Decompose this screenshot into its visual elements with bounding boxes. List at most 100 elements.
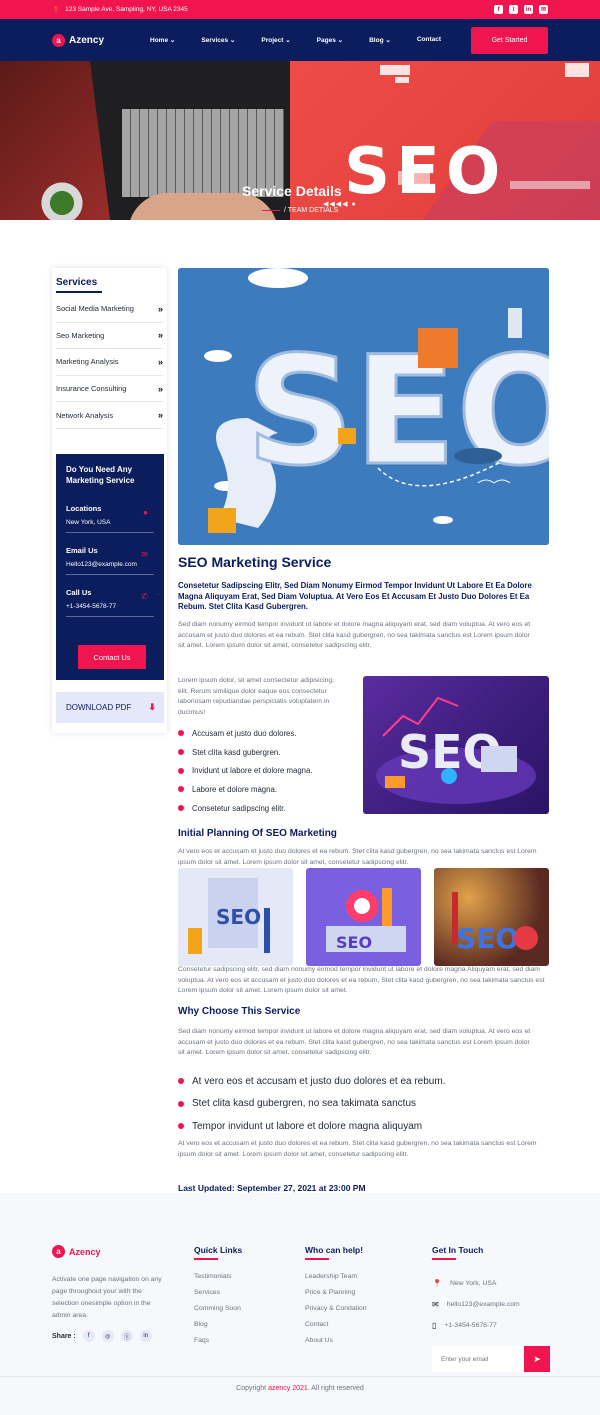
chevron-right-icon: » [157, 410, 163, 421]
footer-link[interactable]: Contact [305, 1321, 367, 1337]
sidebar-item-label: Marketing Analysis [56, 357, 119, 367]
thumb-illustration-1: SEO [188, 878, 270, 954]
facebook-icon[interactable]: f [494, 5, 503, 14]
plant-image [38, 179, 86, 220]
send-icon[interactable]: ➤ [524, 1346, 550, 1372]
share-label: Share : [52, 1332, 76, 1340]
thumb-illustration-2: SEO [326, 888, 406, 952]
planning-heading: Initial Planning Of SEO Marketing [178, 828, 337, 839]
breadcrumb-line [262, 210, 280, 211]
list-item: Tempor invidunt ut labore et dolore magn… [178, 1115, 549, 1138]
hero-seo-text: SEO [344, 135, 507, 209]
contact-value[interactable]: Hello123@example.com [66, 561, 154, 568]
nav-label: Contact [416, 36, 442, 43]
sidebar-item-social-media[interactable]: Social Media Marketing » [56, 296, 163, 323]
footer-phone-text[interactable]: +1-3454-5678-77 [444, 1322, 496, 1329]
footer-link[interactable]: Comming Soon [194, 1305, 242, 1321]
sidebar-item-insurance[interactable]: Insurance Consulting » [56, 376, 163, 403]
nav-item-pages[interactable]: Pages ⌄ [317, 36, 343, 44]
seo-image-text: SEO [216, 905, 261, 929]
download-pdf-button[interactable]: DOWNLOAD PDF ⬇ [56, 692, 164, 723]
footer: a Azency Activate one page navigation on… [0, 1193, 600, 1415]
facebook-icon[interactable]: f [82, 1330, 95, 1342]
copyright-brand[interactable]: azency 2021 [268, 1385, 308, 1392]
footer-heading: Quick Links [194, 1245, 243, 1260]
footer-link[interactable]: Testimonials [194, 1273, 242, 1289]
nav-item-contact[interactable]: Contact [417, 36, 441, 44]
instagram-icon[interactable]: ◎ [101, 1330, 114, 1342]
footer-about-text: Activate one page navigation on any page… [52, 1276, 162, 1319]
page-title: Service Details [242, 183, 342, 199]
seo-isometric-illustration: SEO [376, 696, 536, 804]
footer-logo-text: Azency [69, 1246, 101, 1257]
seo-image-text: SEO [456, 922, 519, 955]
contact-phone: Call Us +1-3454-5678-77 ✆ [66, 588, 154, 617]
hero-arrows: ◀◀◀◀ ● [323, 201, 357, 208]
address: 📍 123 Sample Ave, Sampling, NY, USA 2345 [52, 6, 188, 14]
planning-paragraph: At vero eos et accusam et justo duo dolo… [178, 848, 537, 866]
newsletter-email-input[interactable] [432, 1346, 524, 1372]
pixel-decor [380, 65, 410, 75]
bullet-dot [178, 767, 184, 774]
footer-link[interactable]: Blog [194, 1321, 242, 1337]
footer-link[interactable]: About Us [305, 1337, 367, 1353]
list-item: Stet clita kasd gubergren, no sea takima… [178, 1093, 549, 1116]
sidebar-item-network[interactable]: Network Analysis » [56, 402, 163, 429]
footer-help-links: Who can help! Leadership Team Price & Pl… [305, 1245, 367, 1353]
bullet-dot [178, 1123, 184, 1130]
footer-link[interactable]: Services [194, 1289, 242, 1305]
nav-label: Pages [316, 37, 336, 44]
chevron-right-icon: » [157, 330, 163, 341]
twitter-icon[interactable]: t [509, 5, 518, 14]
linkedin-icon[interactable]: in [524, 5, 533, 14]
get-started-button[interactable]: Get Started [471, 26, 548, 54]
footer-link[interactable]: Price & Planning [305, 1289, 367, 1305]
list-item-text: At vero eos et accusam et justo duo dolo… [192, 1075, 446, 1087]
bullet-dot [178, 1078, 184, 1085]
contact-value: New York, USA [66, 519, 111, 526]
nav-item-home[interactable]: Home ⌄ [150, 36, 175, 44]
breadcrumb-text[interactable]: / TEAM DETIALS [284, 207, 338, 214]
service-paragraph-2: Lorem ipsum dolor, sit amet consectetur … [178, 677, 335, 716]
footer-logo[interactable]: a Azency [52, 1245, 162, 1258]
main-nav: a Azency Home ⌄ Services ⌄ Project ⌄ Pag… [0, 19, 600, 61]
contact-value[interactable]: +1-3454-5678-77 [66, 603, 154, 610]
list-item-text: Consetetur sadipscing elitr. [192, 803, 286, 813]
last-updated: Last Updated: September 27, 2021 at 23:0… [178, 1183, 366, 1193]
seo-illustration: SEO [178, 268, 549, 545]
footer-link[interactable]: Leadership Team [305, 1273, 367, 1289]
service-title: SEO Marketing Service [178, 554, 332, 570]
contact-box-title: Do You Need Any Marketing Service [66, 465, 135, 485]
logo-mark: a [52, 1245, 65, 1258]
pixel-decor [565, 63, 589, 77]
list-item: Invidunt ut labore et dolore magna. [178, 761, 358, 780]
footer-email: ✉ hello123@example.com [432, 1294, 550, 1315]
menu: Home ⌄ Services ⌄ Project ⌄ Pages ⌄ Blog… [150, 36, 467, 44]
newsletter-form: ➤ [432, 1346, 550, 1372]
footer-link[interactable]: Privacy & Condation [305, 1305, 367, 1321]
contact-us-button[interactable]: Contact Us [78, 645, 146, 669]
bullet-dot [178, 730, 184, 737]
seo-image-text: SEO [336, 933, 372, 952]
why-paragraph-2: At vero eos et accusam et justo duo dolo… [178, 1140, 537, 1158]
sidebar-item-analysis[interactable]: Marketing Analysis » [56, 349, 163, 376]
seo-isometric-image: SEO [363, 676, 549, 814]
seo-hero-image: SEO [178, 268, 549, 545]
logo[interactable]: a Azency [52, 33, 104, 47]
sidebar-item-seo[interactable]: Seo Marketing » [56, 323, 163, 350]
envelope-icon: ✉ [432, 1300, 439, 1309]
list-item-text: Accusam et justo duo dolores. [192, 728, 297, 738]
skype-icon[interactable]: ⓢ [120, 1330, 133, 1342]
nav-item-project[interactable]: Project ⌄ [261, 36, 290, 44]
services-list: Social Media Marketing » Seo Marketing » M… [56, 296, 163, 429]
linkedin-icon[interactable]: in [139, 1330, 152, 1342]
hero-banner: SEO Service Details / TEAM DETIALS [0, 61, 600, 220]
list-item: Consetetur sadipscing elitr. [178, 799, 358, 818]
footer-heading: Who can help! [305, 1245, 367, 1260]
footer-email-text[interactable]: hello123@example.com [447, 1301, 520, 1308]
email-icon[interactable]: ✉ [539, 5, 548, 14]
nav-item-blog[interactable]: Blog ⌄ [369, 36, 391, 44]
list-item: Stet clita kasd gubergren. [178, 743, 358, 762]
nav-item-services[interactable]: Services ⌄ [201, 36, 235, 44]
footer-link[interactable]: Faqs [194, 1337, 242, 1353]
